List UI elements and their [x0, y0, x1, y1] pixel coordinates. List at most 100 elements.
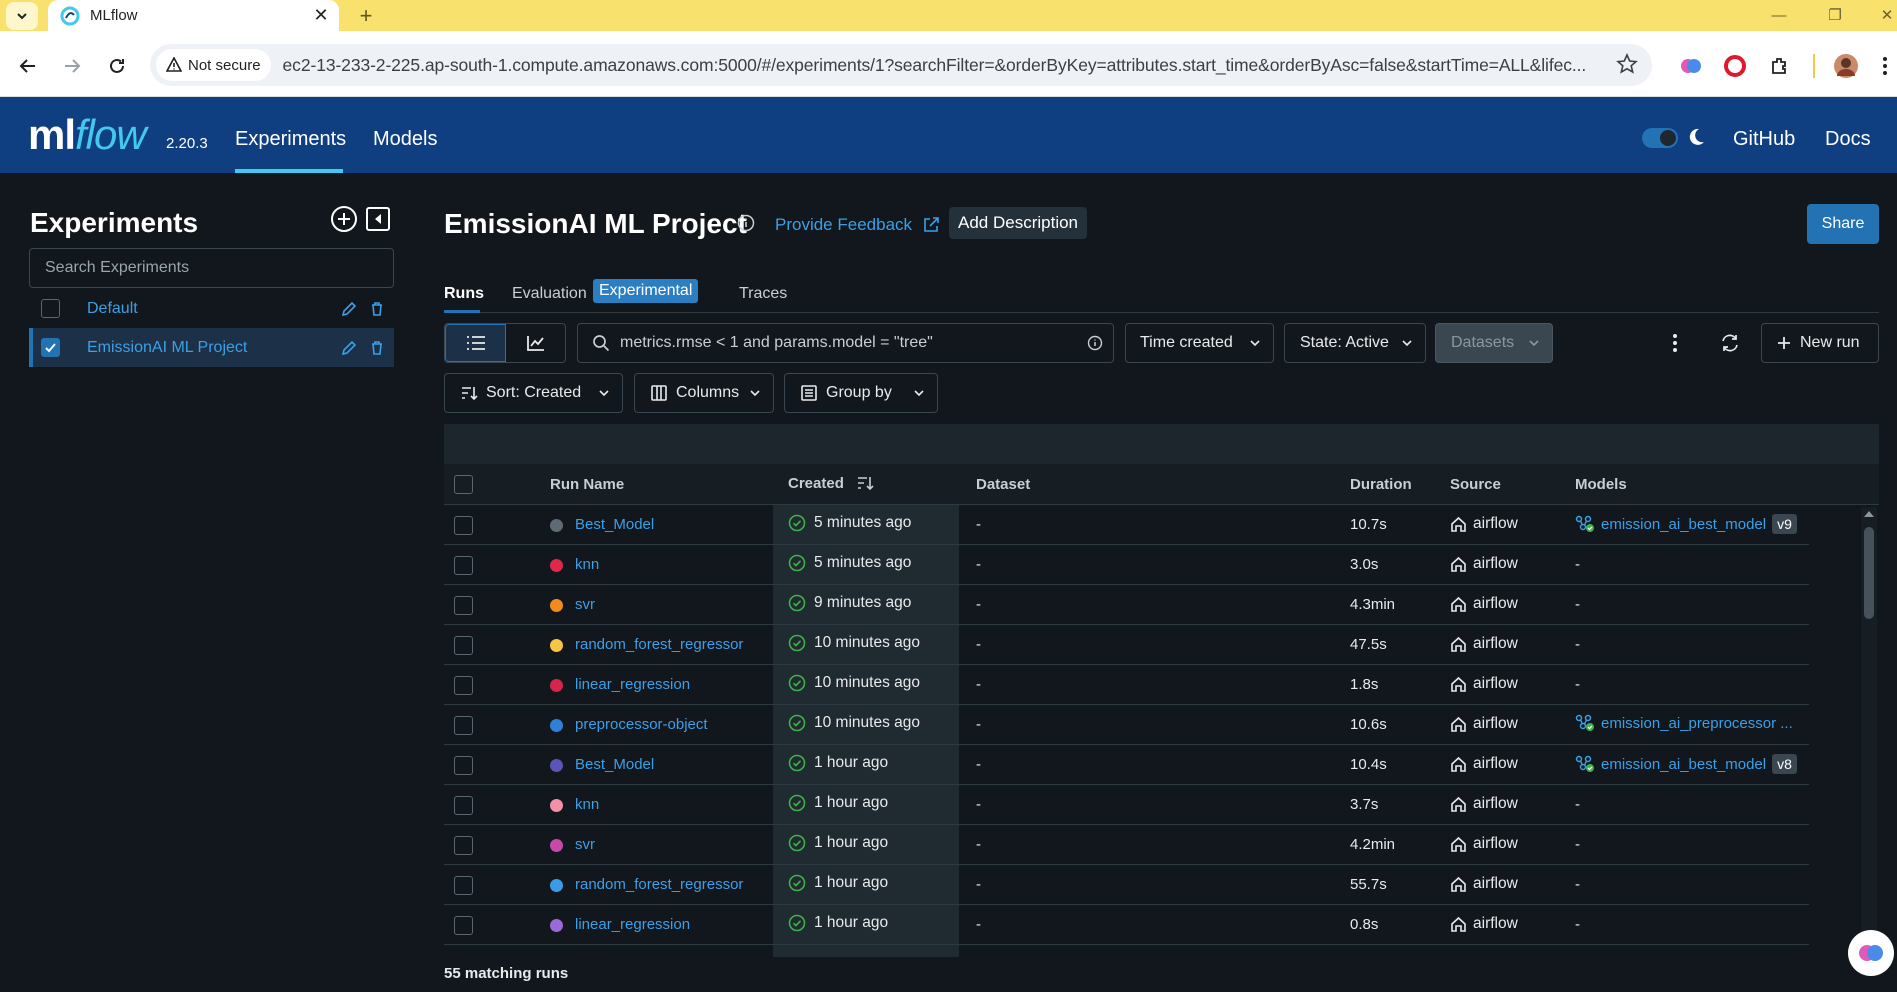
dark-mode-toggle[interactable] [1642, 128, 1678, 148]
minimize-window-button[interactable]: — [1764, 4, 1794, 26]
row-checkbox[interactable] [454, 636, 473, 655]
restore-window-button[interactable]: ❐ [1820, 4, 1850, 26]
provide-feedback-link[interactable]: Provide Feedback [775, 215, 940, 235]
sidebar-item-emissionai[interactable]: EmissionAI ML Project [29, 328, 394, 367]
experiment-checkbox-checked[interactable] [41, 338, 60, 357]
columns-dropdown[interactable]: Columns [634, 373, 774, 413]
run-name-link[interactable]: linear_regression [575, 676, 690, 693]
row-checkbox[interactable] [454, 556, 473, 575]
opera-extension-icon[interactable] [1721, 52, 1749, 80]
column-created[interactable]: Created [788, 474, 874, 492]
table-view-button[interactable] [445, 324, 506, 362]
forward-button[interactable] [56, 50, 88, 82]
table-row[interactable]: knn 5 minutes ago - 3.0s airflow - [444, 545, 1809, 585]
datasets-dropdown[interactable]: Datasets [1435, 323, 1553, 363]
add-description-button[interactable]: Add Description [949, 207, 1088, 239]
brain-extension-icon[interactable] [1677, 52, 1705, 80]
run-model-link[interactable]: emission_ai_best_model v9 [1575, 514, 1797, 534]
run-name-link[interactable]: random_forest_regressor [575, 636, 743, 653]
edit-icon[interactable] [338, 298, 360, 320]
edit-icon[interactable] [338, 337, 360, 359]
run-name-link[interactable]: Best_Model [575, 516, 654, 533]
security-chip[interactable]: Not secure [156, 49, 271, 81]
more-options-button[interactable] [1672, 333, 1678, 353]
table-row[interactable]: preprocessor-object 10 minutes ago - 10.6s a… [444, 705, 1809, 745]
runs-search-box[interactable] [577, 323, 1114, 363]
column-models[interactable]: Models [1575, 476, 1627, 493]
run-name-link[interactable]: Best_Model [575, 756, 654, 773]
table-row[interactable]: Best_Model 5 minutes ago - 10.7s airflow emis… [444, 505, 1809, 545]
close-window-button[interactable]: ✕ [1872, 4, 1897, 26]
column-duration[interactable]: Duration [1350, 476, 1412, 493]
nav-experiments[interactable]: Experiments [235, 128, 346, 151]
model-version-badge[interactable]: v9 [1772, 514, 1797, 534]
run-model-link[interactable]: emission_ai_preprocessor ... [1575, 714, 1793, 732]
select-all-checkbox[interactable] [454, 475, 473, 494]
run-color-dot[interactable] [550, 599, 563, 612]
tab-traces[interactable]: Traces [739, 285, 787, 303]
create-experiment-button[interactable] [329, 204, 359, 234]
mlflow-logo[interactable]: mlflow [28, 111, 147, 159]
run-color-dot[interactable] [550, 759, 563, 772]
row-checkbox[interactable] [454, 516, 473, 535]
profile-avatar[interactable] [1832, 52, 1860, 80]
row-checkbox[interactable] [454, 676, 473, 695]
url-text[interactable]: ec2-13-233-2-225.ap-south-1.compute.amaz… [283, 55, 1601, 76]
state-dropdown[interactable]: State: Active [1284, 323, 1426, 363]
tab-runs[interactable]: Runs [444, 285, 484, 303]
trash-icon[interactable] [366, 337, 388, 359]
row-checkbox[interactable] [454, 596, 473, 615]
sidebar-item-default[interactable]: Default [29, 289, 394, 328]
run-color-dot[interactable] [550, 679, 563, 692]
row-checkbox[interactable] [454, 836, 473, 855]
run-color-dot[interactable] [550, 559, 563, 572]
run-color-dot[interactable] [550, 719, 563, 732]
row-checkbox[interactable] [454, 876, 473, 895]
run-color-dot[interactable] [550, 639, 563, 652]
run-name-link[interactable]: knn [575, 796, 599, 813]
table-scrollbar[interactable] [1861, 507, 1877, 957]
run-color-dot[interactable] [550, 839, 563, 852]
time-created-dropdown[interactable]: Time created [1125, 323, 1274, 363]
new-tab-button[interactable]: + [352, 2, 380, 30]
share-button[interactable]: Share [1807, 204, 1879, 244]
sort-dropdown[interactable]: Sort: Created [444, 373, 623, 413]
row-checkbox[interactable] [454, 756, 473, 775]
browser-tab[interactable]: MLflow ✕ [48, 0, 339, 31]
run-color-dot[interactable] [550, 919, 563, 932]
info-icon[interactable] [1087, 335, 1103, 351]
bookmark-star-icon[interactable] [1616, 53, 1638, 75]
run-color-dot[interactable] [550, 879, 563, 892]
run-color-dot[interactable] [550, 799, 563, 812]
table-row[interactable]: random_forest_regressor 1 hour ago - 55.7s a… [444, 865, 1809, 905]
tab-evaluation[interactable]: Evaluation [512, 285, 587, 303]
assistant-fab-button[interactable] [1848, 930, 1894, 976]
scroll-thumb[interactable] [1864, 527, 1874, 619]
scroll-up-arrow[interactable] [1864, 511, 1874, 517]
table-row[interactable]: svr 9 minutes ago - 4.3min airflow - [444, 585, 1809, 625]
run-model-link[interactable]: emission_ai_best_model v8 [1575, 754, 1797, 774]
table-row[interactable]: knn 1 hour ago - 3.7s airflow - [444, 785, 1809, 825]
collapse-sidebar-button[interactable] [363, 204, 393, 234]
table-row[interactable]: svr 1 hour ago - 4.2min airflow - [444, 825, 1809, 865]
back-button[interactable] [12, 50, 44, 82]
run-name-link[interactable]: random_forest_regressor [575, 876, 743, 893]
run-name-link[interactable]: linear_regression [575, 916, 690, 933]
run-name-link[interactable]: svr [575, 836, 595, 853]
group-by-dropdown[interactable]: Group by [784, 373, 938, 413]
runs-search-input[interactable] [620, 334, 1087, 352]
tab-search-button[interactable] [6, 2, 38, 30]
github-link[interactable]: GitHub [1733, 128, 1795, 151]
sidebar-item-label[interactable]: EmissionAI ML Project [87, 339, 338, 357]
model-version-badge[interactable]: v8 [1772, 754, 1797, 774]
table-row[interactable]: linear_regression 1 hour ago - 0.8s airflow - [444, 905, 1809, 945]
table-row[interactable]: random_forest_regressor 10 minutes ago - 47… [444, 625, 1809, 665]
docs-link[interactable]: Docs [1825, 128, 1871, 151]
experiment-checkbox[interactable] [41, 299, 60, 318]
chart-view-button[interactable] [506, 324, 565, 362]
reload-button[interactable] [101, 50, 133, 82]
new-run-button[interactable]: New run [1761, 323, 1879, 363]
close-tab-icon[interactable]: ✕ [309, 4, 333, 28]
trash-icon[interactable] [366, 298, 388, 320]
row-checkbox[interactable] [454, 916, 473, 935]
